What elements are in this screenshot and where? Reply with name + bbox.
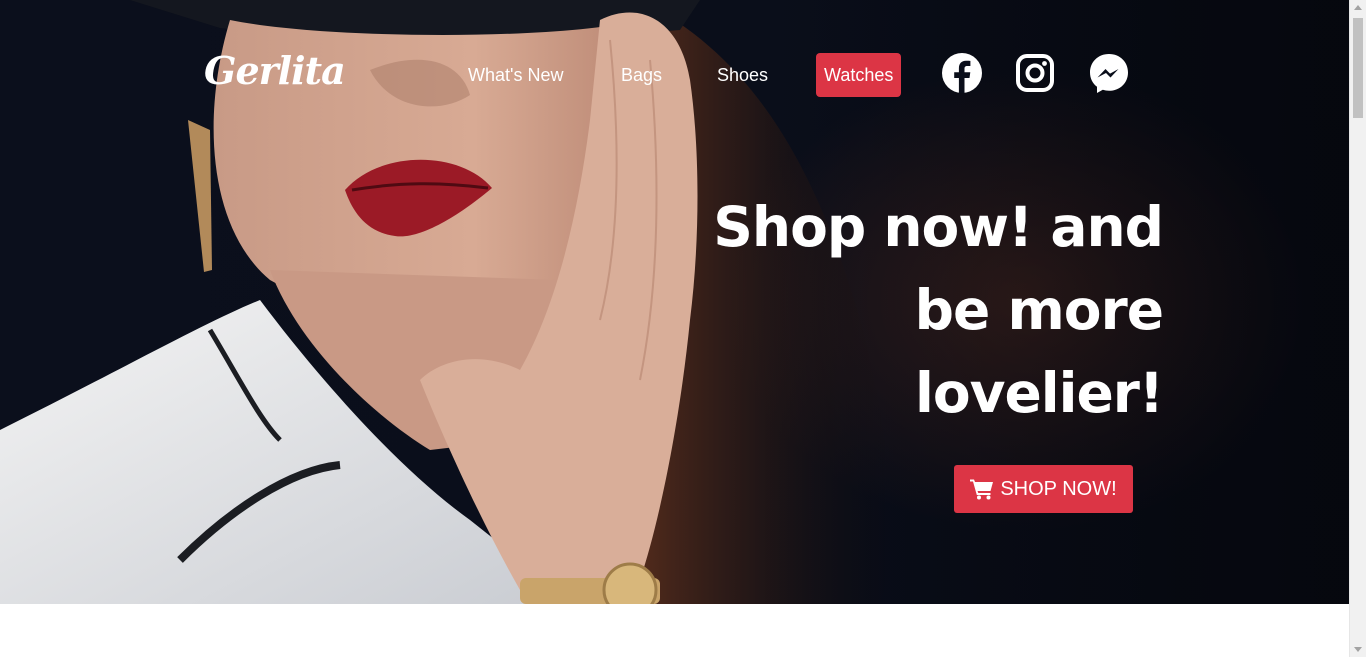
messenger-icon[interactable] xyxy=(1088,52,1130,94)
content-below-hero xyxy=(0,604,1349,657)
nav-item-whats-new[interactable]: What's New xyxy=(468,53,563,97)
nav-item-shoes[interactable]: Shoes xyxy=(717,53,768,97)
hero-headline: Shop now! and be more lovelier! xyxy=(643,186,1164,435)
facebook-icon[interactable] xyxy=(941,52,983,94)
shopping-cart-icon xyxy=(970,478,994,500)
shop-now-label: SHOP NOW! xyxy=(1000,477,1117,500)
headline-line-1: Shop now! and xyxy=(713,195,1164,259)
scrollbar-thumb[interactable] xyxy=(1353,18,1363,118)
instagram-icon[interactable] xyxy=(1014,52,1056,94)
brand-logo[interactable]: Gerlita xyxy=(204,48,346,93)
scroll-down-arrow-icon[interactable] xyxy=(1354,647,1362,652)
headline-line-2: be more xyxy=(914,278,1164,342)
scroll-up-arrow-icon[interactable] xyxy=(1354,5,1362,10)
nav-item-watches[interactable]: Watches xyxy=(816,53,902,97)
headline-line-3: lovelier! xyxy=(914,361,1164,425)
nav-item-bags[interactable]: Bags xyxy=(621,53,662,97)
vertical-scrollbar[interactable] xyxy=(1349,0,1366,657)
shop-now-button[interactable]: SHOP NOW! xyxy=(954,465,1133,513)
